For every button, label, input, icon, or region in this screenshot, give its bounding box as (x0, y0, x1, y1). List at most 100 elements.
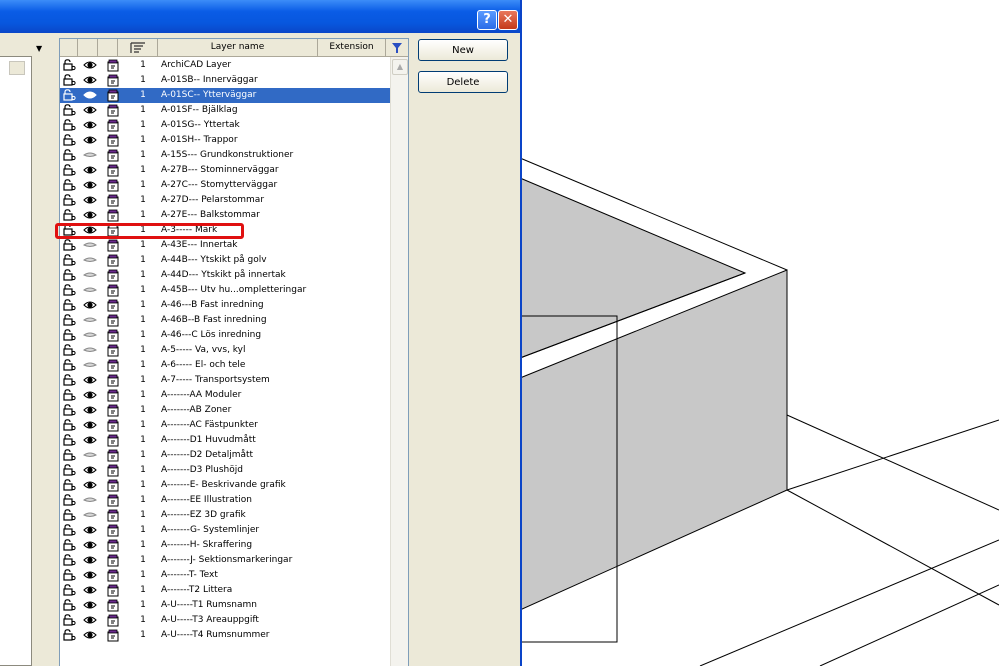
lock-icon[interactable] (63, 404, 76, 416)
eye-icon[interactable] (83, 299, 97, 311)
layer-row[interactable]: 1 A-6----- El- och tele (60, 358, 390, 373)
eye-icon[interactable] (83, 554, 97, 566)
lock-icon[interactable] (63, 359, 76, 371)
layer-row[interactable]: 1 A-44B--- Ytskikt på golv (60, 253, 390, 268)
lock-icon[interactable] (63, 104, 76, 116)
layer-row[interactable]: 1 ArchiCAD Layer (60, 58, 390, 73)
eye-icon[interactable] (83, 479, 97, 491)
lock-icon[interactable] (63, 149, 76, 161)
eye-icon[interactable] (83, 419, 97, 431)
layer-row[interactable]: 1 A-------T2 Littera (60, 583, 390, 598)
eye-hidden-icon[interactable] (83, 344, 97, 356)
layer-row[interactable]: 1 A-43E--- Innertak (60, 238, 390, 253)
layer-row[interactable]: 1 A-------EZ 3D grafik (60, 508, 390, 523)
layer-row[interactable]: 1 A-------AA Moduler (60, 388, 390, 403)
edit-status-icon[interactable] (107, 539, 120, 552)
eye-icon[interactable] (83, 524, 97, 536)
eye-hidden-icon[interactable] (83, 494, 97, 506)
lock-icon[interactable] (63, 494, 76, 506)
eye-icon[interactable] (83, 194, 97, 206)
layer-row[interactable]: 1 A-01SF-- Bjälklag (60, 103, 390, 118)
edit-status-icon[interactable] (107, 449, 120, 462)
edit-status-icon[interactable] (107, 344, 120, 357)
edit-status-icon[interactable] (107, 254, 120, 267)
edit-status-icon[interactable] (107, 464, 120, 477)
close-button[interactable]: ✕ (498, 10, 518, 30)
edit-status-icon[interactable] (107, 239, 120, 252)
lock-icon[interactable] (63, 569, 76, 581)
eye-hidden-icon[interactable] (83, 149, 97, 161)
lock-icon[interactable] (63, 59, 76, 71)
eye-hidden-icon[interactable] (83, 509, 97, 521)
layer-row[interactable]: 1 A-01SB-- Innerväggar (60, 73, 390, 88)
layer-row[interactable]: 1 A-27D--- Pelarstommar (60, 193, 390, 208)
layer-row[interactable]: 1 A-44D--- Ytskikt på innertak (60, 268, 390, 283)
extension-column-header[interactable]: Extension (318, 39, 386, 56)
lock-icon[interactable] (63, 539, 76, 551)
lock-icon[interactable] (63, 419, 76, 431)
layer-row[interactable]: 1 A-------D2 Detaljmått (60, 448, 390, 463)
lock-icon[interactable] (63, 329, 76, 341)
edit-status-icon[interactable] (107, 329, 120, 342)
lock-column-header[interactable] (60, 39, 78, 56)
edit-status-icon[interactable] (107, 629, 120, 642)
lock-icon[interactable] (63, 254, 76, 266)
lock-icon[interactable] (63, 164, 76, 176)
edit-status-icon[interactable] (107, 119, 120, 132)
new-layer-button[interactable]: New (418, 39, 508, 61)
lock-icon[interactable] (63, 179, 76, 191)
vertical-scrollbar[interactable]: ▲ (390, 57, 408, 666)
lock-icon[interactable] (63, 209, 76, 221)
lock-icon[interactable] (63, 554, 76, 566)
layer-row[interactable]: 1 A-------J- Sektionsmarkeringar (60, 553, 390, 568)
edit-status-icon[interactable] (107, 479, 120, 492)
help-button[interactable]: ? (477, 10, 497, 30)
eye-icon[interactable] (83, 74, 97, 86)
sort-column-header[interactable] (118, 39, 158, 56)
lock-icon[interactable] (63, 449, 76, 461)
edit-status-icon[interactable] (107, 74, 120, 87)
layer-row[interactable]: 1 A-46---C Lös inredning (60, 328, 390, 343)
layer-name-column-header[interactable]: Layer name (158, 39, 318, 56)
layer-list[interactable]: Layer name Extension 1 ArchiCAD Layer 1 A-0… (59, 38, 409, 666)
eye-icon[interactable] (83, 464, 97, 476)
edit-status-icon[interactable] (107, 149, 120, 162)
eye-hidden-icon[interactable] (83, 284, 97, 296)
eye-icon[interactable] (83, 434, 97, 446)
layer-row[interactable]: 1 A-------E- Beskrivande grafik (60, 478, 390, 493)
layer-row[interactable]: 1 A-------D3 Plushöjd (60, 463, 390, 478)
lock-icon[interactable] (63, 509, 76, 521)
edit-status-icon[interactable] (107, 389, 120, 402)
eye-icon[interactable] (83, 164, 97, 176)
layer-row[interactable]: 1 A-U-----T1 Rumsnamn (60, 598, 390, 613)
dropdown-arrow-icon[interactable]: ▼ (36, 44, 42, 53)
eye-icon[interactable] (83, 209, 97, 221)
layer-row[interactable]: 1 A-46B--B Fast inredning (60, 313, 390, 328)
lock-icon[interactable] (63, 344, 76, 356)
edit-status-icon[interactable] (107, 599, 120, 612)
lock-icon[interactable] (63, 314, 76, 326)
lock-icon[interactable] (63, 74, 76, 86)
lock-icon[interactable] (63, 434, 76, 446)
eye-icon[interactable] (83, 629, 97, 641)
eye-icon[interactable] (83, 569, 97, 581)
edit-column-header[interactable] (98, 39, 118, 56)
eye-icon[interactable] (83, 59, 97, 71)
layer-combination-list[interactable] (0, 56, 32, 666)
eye-icon[interactable] (83, 614, 97, 626)
eye-icon[interactable] (83, 89, 97, 101)
edit-status-icon[interactable] (107, 284, 120, 297)
lock-icon[interactable] (63, 284, 76, 296)
eye-hidden-icon[interactable] (83, 269, 97, 281)
eye-hidden-icon[interactable] (83, 449, 97, 461)
layer-row[interactable]: 1 A-U-----T4 Rumsnummer (60, 628, 390, 643)
edit-status-icon[interactable] (107, 494, 120, 507)
eye-hidden-icon[interactable] (83, 254, 97, 266)
lock-icon[interactable] (63, 614, 76, 626)
lock-icon[interactable] (63, 194, 76, 206)
eye-icon[interactable] (83, 389, 97, 401)
edit-status-icon[interactable] (107, 554, 120, 567)
layer-row[interactable]: 1 A-------AB Zoner (60, 403, 390, 418)
edit-status-icon[interactable] (107, 209, 120, 222)
lock-icon[interactable] (63, 269, 76, 281)
